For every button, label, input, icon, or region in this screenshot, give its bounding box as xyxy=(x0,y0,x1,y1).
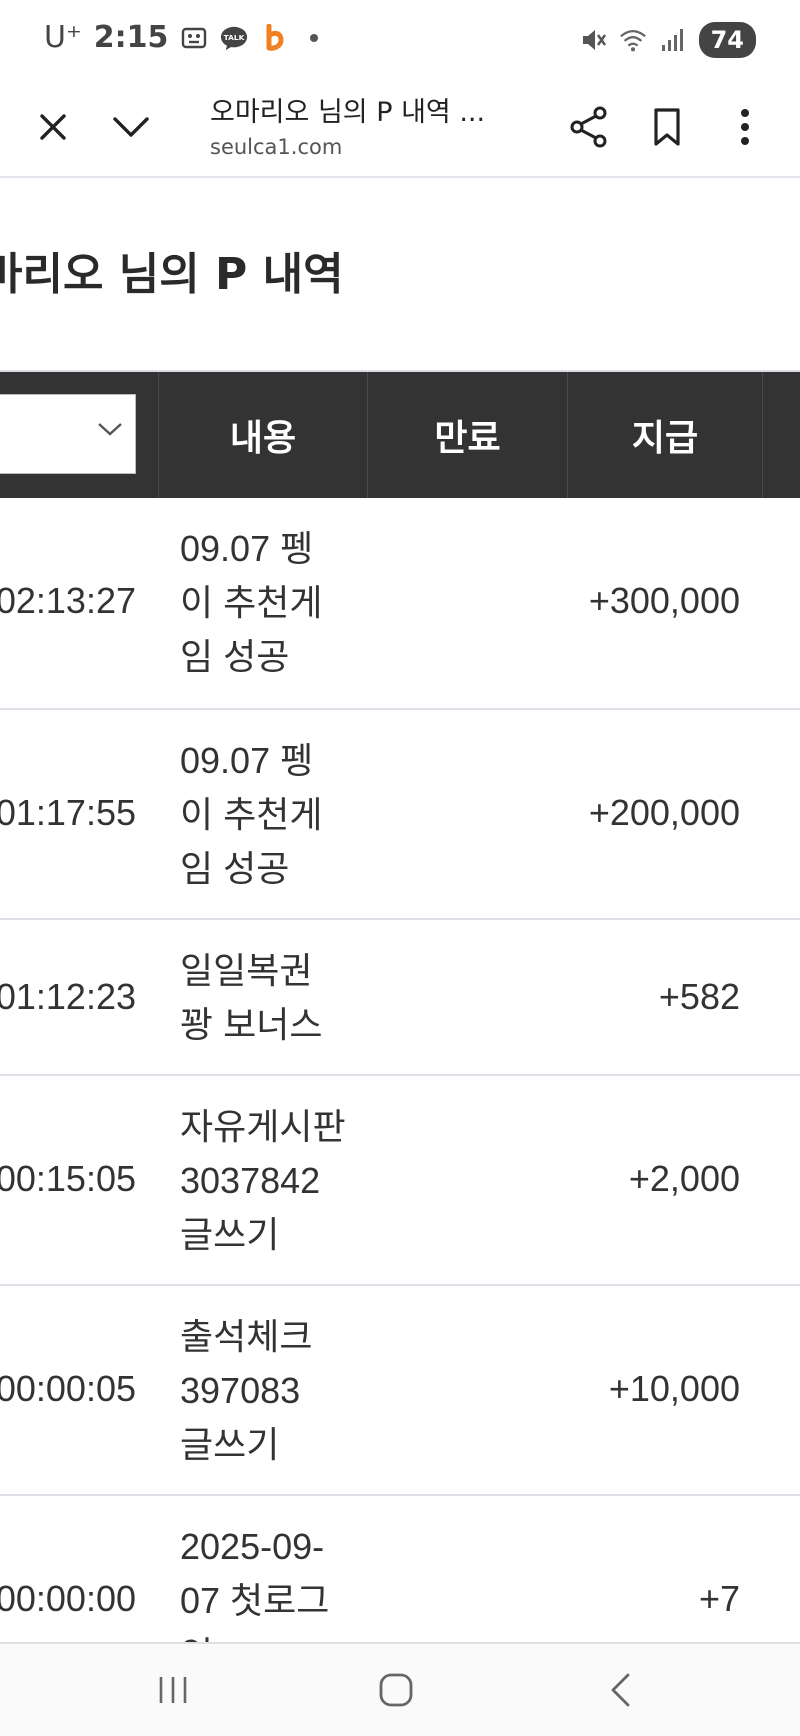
dot-icon xyxy=(300,24,328,52)
row-time: 00:00:05 xyxy=(0,1368,136,1409)
row-amount: +582 xyxy=(658,976,740,1017)
row-amount: +10,000 xyxy=(608,1368,740,1409)
row-amount: +200,000 xyxy=(588,792,740,833)
more-options-icon[interactable] xyxy=(718,100,772,154)
share-icon[interactable] xyxy=(562,100,616,154)
clock: 2:15 xyxy=(93,20,169,55)
bitcoin-app-icon xyxy=(260,23,288,52)
table-row: 00:15:05 자유게시판 3037842 글쓰기 +2,000 xyxy=(0,1076,800,1286)
row-time: 00:00:00 xyxy=(0,1578,136,1619)
signal-icon xyxy=(659,26,687,54)
chevron-down-icon xyxy=(97,421,123,441)
table-row: 01:17:55 09.07 펭 이 추천게 임 성공 +200,000 xyxy=(0,710,800,920)
column-header-content[interactable]: 내용 xyxy=(158,372,367,498)
home-icon[interactable] xyxy=(366,1660,426,1720)
page-title-label: 오마리오 님의 P 내역 ... xyxy=(210,97,486,128)
filter-select[interactable] xyxy=(0,394,136,474)
table-row: 00:00:05 출석체크 397083 글쓰기 +10,000 xyxy=(0,1286,800,1496)
page-heading: 마리오 님의 P 내역 xyxy=(0,249,344,300)
table-row: 00:00:00 2025-09- 07 첫로그 인 +7 xyxy=(0,1496,800,1642)
column-header-extra xyxy=(762,372,800,498)
column-header-expire[interactable]: 만료 xyxy=(367,372,567,498)
kakaotalk-icon: TALK xyxy=(220,24,248,52)
row-time: 00:15:05 xyxy=(0,1158,136,1199)
row-amount: +2,000 xyxy=(628,1158,740,1199)
column-header-paid[interactable]: 지급 xyxy=(567,372,762,498)
wifi-icon xyxy=(619,26,647,54)
svg-text:TALK: TALK xyxy=(224,32,245,41)
carrier-label: U⁺ xyxy=(44,20,82,55)
table-row: 01:12:23 일일복권 꽝 보너스 +582 xyxy=(0,920,800,1076)
row-description: 자유게시판 3037842 글쓰기 xyxy=(180,1106,346,1255)
mute-icon xyxy=(579,26,607,54)
bookmark-icon[interactable] xyxy=(640,100,694,154)
table-row: 02:13:27 09.07 펭 이 추천게 임 성공 +300,000 xyxy=(0,498,800,710)
chevron-down-icon[interactable] xyxy=(104,100,158,154)
back-icon[interactable] xyxy=(590,1660,650,1720)
recent-apps-icon[interactable] xyxy=(143,1660,203,1720)
navigation-bar xyxy=(0,1642,800,1736)
row-time: 02:13:27 xyxy=(0,580,136,621)
row-amount: +7 xyxy=(698,1578,740,1619)
row-description: 출석체크 397083 글쓰기 xyxy=(180,1316,313,1465)
table-header: 내용 만료 지급 xyxy=(0,372,800,498)
row-description: 09.07 펭 이 추천게 임 성공 xyxy=(180,528,323,677)
row-description: 일일복권 꽝 보너스 xyxy=(180,950,323,1045)
close-icon[interactable] xyxy=(26,100,80,154)
url-bar[interactable]: 오마리오 님의 P 내역 ... seulca1.com xyxy=(210,90,510,159)
row-time: 01:17:55 xyxy=(0,792,136,833)
row-amount: +300,000 xyxy=(588,580,740,621)
browser-toolbar: 오마리오 님의 P 내역 ... seulca1.com xyxy=(0,80,800,178)
row-time: 01:12:23 xyxy=(0,976,136,1017)
row-description: 2025-09- 07 첫로그 인 xyxy=(180,1526,330,1642)
domain-label: seulca1.com xyxy=(210,135,343,159)
gallery-icon xyxy=(180,24,208,52)
status-bar: U⁺ 2:15 TALK 74 xyxy=(0,0,800,80)
battery-indicator: 74 xyxy=(698,22,756,58)
row-description: 09.07 펭 이 추천게 임 성공 xyxy=(180,740,323,889)
